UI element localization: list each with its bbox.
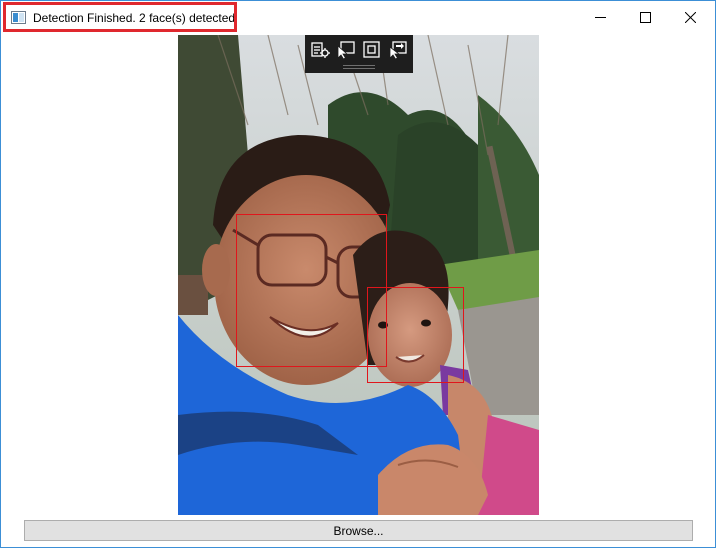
track-focused-element-icon[interactable]	[388, 41, 408, 60]
toolbar-collapse-grip[interactable]	[343, 65, 375, 69]
minimize-button[interactable]	[577, 1, 623, 33]
face-detection-box	[367, 287, 464, 383]
maximize-button[interactable]	[622, 1, 668, 33]
minimize-icon	[594, 16, 606, 18]
title-bar[interactable]: Detection Finished. 2 face(s) detected	[1, 1, 715, 35]
debug-toolbar	[305, 35, 413, 73]
browse-button[interactable]: Browse...	[24, 520, 693, 541]
close-icon	[684, 11, 696, 23]
face-detection-box	[236, 214, 387, 367]
app-window: Detection Finished. 2 face(s) detected B…	[0, 0, 716, 548]
photo-image	[178, 35, 539, 515]
title-highlight-box	[3, 2, 237, 32]
select-element-icon[interactable]	[336, 41, 356, 60]
close-button[interactable]	[667, 1, 713, 33]
display-layout-adorners-icon[interactable]	[362, 41, 382, 59]
maximize-icon	[639, 11, 651, 23]
live-visual-tree-icon[interactable]	[310, 41, 330, 59]
